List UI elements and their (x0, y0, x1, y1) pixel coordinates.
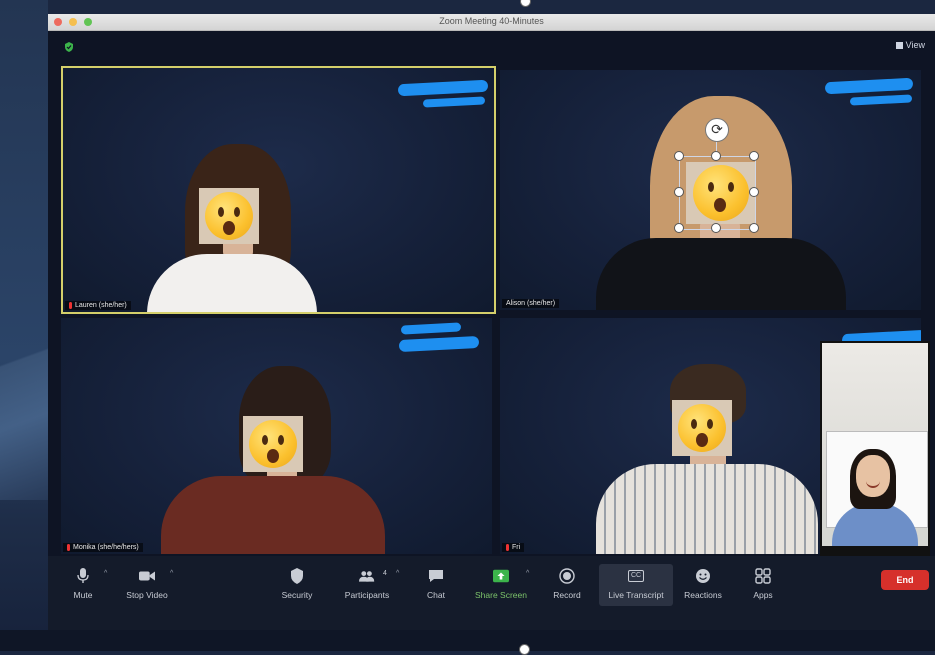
mute-button[interactable]: Mute (48, 568, 118, 600)
closed-caption-icon: CC (626, 568, 646, 584)
participants-button[interactable]: Participants (332, 568, 402, 600)
screenshot-bottom-handle[interactable] (519, 644, 530, 655)
record-label: Record (553, 590, 581, 600)
microphone-icon (75, 568, 91, 584)
grid-view-icon (895, 41, 903, 49)
share-screen-label: Share Screen (475, 590, 527, 600)
chat-bubble-icon (428, 568, 444, 584)
chat-button[interactable]: Chat (401, 568, 471, 600)
astonished-face-emoji-icon (672, 400, 732, 456)
security-shield-icon[interactable] (64, 42, 74, 52)
resize-handle[interactable] (711, 151, 721, 161)
video-options-chevron-icon[interactable]: ^ (170, 570, 173, 577)
participants-count: 4 (383, 570, 387, 577)
resize-handle[interactable] (674, 187, 684, 197)
record-icon (559, 568, 575, 584)
muted-mic-icon (506, 544, 509, 551)
reactions-smiley-icon (695, 568, 711, 584)
desktop-dock-area (0, 630, 935, 651)
desktop-mountain (0, 300, 48, 500)
participants-label: Participants (344, 590, 390, 600)
video-camera-icon (139, 568, 155, 584)
participants-options-chevron-icon[interactable]: ^ (396, 570, 399, 577)
astonished-face-emoji-icon (199, 188, 259, 244)
window-title: Zoom Meeting 40-Minutes (439, 16, 544, 26)
end-meeting-button[interactable]: End (881, 570, 929, 590)
title-bar: Zoom Meeting 40-Minutes (48, 14, 935, 31)
zoom-window: Zoom Meeting 40-Minutes View Lauren (she… (48, 14, 935, 630)
live-transcript-label: Live Transcript (608, 590, 664, 600)
participant-video (63, 68, 494, 312)
resize-handle[interactable] (711, 223, 721, 233)
muted-mic-icon (67, 544, 70, 551)
share-screen-icon (493, 568, 509, 584)
astonished-face-emoji-icon (243, 416, 303, 472)
mute-options-chevron-icon[interactable]: ^ (104, 570, 107, 577)
participant-name-tag: Alison (she/her) (502, 299, 560, 308)
mute-label: Mute (73, 590, 93, 600)
participant-name-tag: Fri (502, 543, 525, 552)
participant-name: Lauren (she/her) (75, 302, 127, 309)
participant-video: ⟳ (500, 70, 921, 310)
participant-name: Fri (512, 544, 521, 551)
participant-name-tag: Monika (she/he/hers) (63, 543, 143, 552)
record-button[interactable]: Record (532, 568, 602, 600)
resize-handle[interactable] (749, 151, 759, 161)
participants-icon (359, 568, 375, 584)
chat-label: Chat (427, 590, 445, 600)
participant-video (61, 318, 492, 554)
pip-progress-bar (822, 546, 928, 554)
stop-video-label: Stop Video (126, 590, 168, 600)
view-button[interactable]: View (895, 40, 925, 50)
cc-badge: CC (627, 570, 645, 582)
participant-name: Monika (she/he/hers) (73, 544, 139, 551)
participant-name: Alison (she/her) (506, 300, 556, 307)
desktop-background (0, 0, 48, 651)
participant-name-tag: Lauren (she/her) (65, 301, 131, 310)
screenshot-top-handle[interactable] (520, 0, 531, 7)
rotate-handle-icon[interactable]: ⟳ (705, 118, 729, 142)
security-button[interactable]: Security (262, 568, 332, 600)
resize-handle[interactable] (674, 151, 684, 161)
video-tile-lauren[interactable]: Lauren (she/her) (61, 66, 496, 314)
apps-icon (755, 568, 771, 584)
resize-handle[interactable] (749, 223, 759, 233)
shield-icon (289, 568, 305, 584)
end-label: End (896, 575, 914, 585)
resize-handle[interactable] (749, 187, 759, 197)
video-tile-alison[interactable]: ⟳ Alison (she/her) (500, 70, 921, 310)
security-label: Security (281, 590, 313, 600)
muted-mic-icon (69, 302, 72, 309)
meeting-toolbar: Mute ^ Stop Video ^ Security Participant… (48, 556, 935, 630)
picture-in-picture-overlay[interactable] (820, 341, 930, 556)
apps-button[interactable]: Apps (728, 568, 798, 600)
resize-handle[interactable] (674, 223, 684, 233)
video-tile-monika[interactable]: Monika (she/he/hers) (61, 318, 492, 554)
selection-box (679, 156, 756, 230)
share-options-chevron-icon[interactable]: ^ (526, 570, 529, 577)
live-transcript-button[interactable]: CC Live Transcript (599, 564, 673, 606)
view-label: View (905, 40, 925, 50)
apps-label: Apps (753, 590, 773, 600)
